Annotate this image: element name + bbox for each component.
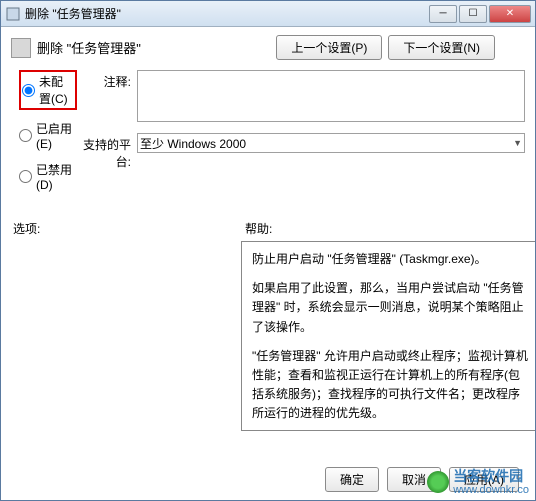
options-label: 选项: bbox=[13, 220, 245, 237]
watermark-line1: 当客软件园 bbox=[453, 469, 529, 484]
platform-row: 支持的平台: 至少 Windows 2000 ▼ bbox=[77, 133, 525, 170]
platform-select[interactable]: 至少 Windows 2000 ▼ bbox=[137, 133, 525, 153]
app-icon bbox=[5, 6, 21, 22]
nav-buttons: 上一个设置(P) 下一个设置(N) bbox=[276, 35, 495, 60]
window-controls: ─ ☐ ✕ bbox=[429, 5, 531, 23]
content-area: 删除 "任务管理器" 上一个设置(P) 下一个设置(N) 未配置(C) 已启用(… bbox=[1, 27, 535, 439]
watermark-line2: www.downkr.co bbox=[453, 484, 529, 496]
watermark: 当客软件园 www.downkr.co bbox=[427, 469, 529, 496]
comment-textarea[interactable] bbox=[137, 70, 525, 122]
radio-disabled-label: 已禁用(D) bbox=[36, 161, 77, 192]
help-label: 帮助: bbox=[245, 220, 272, 237]
policy-title: 删除 "任务管理器" bbox=[37, 38, 276, 57]
previous-setting-button[interactable]: 上一个设置(P) bbox=[276, 35, 382, 60]
minimize-button[interactable]: ─ bbox=[429, 5, 457, 23]
comment-label: 注释: bbox=[77, 70, 137, 90]
radio-disabled-row: 已禁用(D) bbox=[19, 161, 77, 192]
radio-disabled[interactable] bbox=[19, 170, 32, 183]
comment-row: 注释: bbox=[77, 70, 525, 125]
next-setting-button[interactable]: 下一个设置(N) bbox=[388, 35, 495, 60]
close-button[interactable]: ✕ bbox=[489, 5, 531, 23]
help-panel: 防止用户启动 "任务管理器" (Taskmgr.exe)。 如果启用了此设置，那… bbox=[241, 241, 536, 431]
ok-button[interactable]: 确定 bbox=[325, 467, 379, 492]
radio-enabled-row: 已启用(E) bbox=[19, 120, 77, 151]
window-title: 删除 "任务管理器" bbox=[25, 5, 429, 22]
radio-not-configured[interactable] bbox=[22, 84, 35, 97]
radio-column: 未配置(C) 已启用(E) 已禁用(D) bbox=[11, 70, 77, 202]
highlight-box: 未配置(C) bbox=[19, 70, 77, 110]
platform-value: 至少 Windows 2000 bbox=[140, 135, 246, 152]
help-paragraph: 防止用户启动 "任务管理器" (Taskmgr.exe)。 bbox=[252, 250, 530, 269]
platform-label: 支持的平台: bbox=[77, 133, 137, 170]
right-column: 注释: 支持的平台: 至少 Windows 2000 ▼ bbox=[77, 70, 525, 202]
radio-not-configured-row: 未配置(C) bbox=[19, 70, 77, 110]
dialog-window: 删除 "任务管理器" ─ ☐ ✕ 删除 "任务管理器" 上一个设置(P) 下一个… bbox=[0, 0, 536, 501]
section-labels: 选项: 帮助: bbox=[11, 220, 525, 237]
policy-icon bbox=[11, 38, 31, 58]
radio-enabled-label: 已启用(E) bbox=[36, 120, 77, 151]
header-row: 删除 "任务管理器" 上一个设置(P) 下一个设置(N) bbox=[11, 35, 525, 60]
config-area: 未配置(C) 已启用(E) 已禁用(D) 注释: bbox=[11, 70, 525, 202]
titlebar[interactable]: 删除 "任务管理器" ─ ☐ ✕ bbox=[1, 1, 535, 27]
watermark-logo-icon bbox=[427, 471, 449, 493]
chevron-down-icon: ▼ bbox=[513, 138, 522, 148]
watermark-text: 当客软件园 www.downkr.co bbox=[453, 469, 529, 496]
help-paragraph: "任务管理器" 允许用户启动或终止程序；监视计算机性能；查看和监视正运行在计算机… bbox=[252, 347, 530, 424]
maximize-button[interactable]: ☐ bbox=[459, 5, 487, 23]
radio-not-configured-label: 未配置(C) bbox=[39, 73, 74, 107]
help-paragraph: 如果启用了此设置，那么，当用户尝试启动 "任务管理器" 时，系统会显示一则消息，… bbox=[252, 279, 530, 337]
radio-enabled[interactable] bbox=[19, 129, 32, 142]
